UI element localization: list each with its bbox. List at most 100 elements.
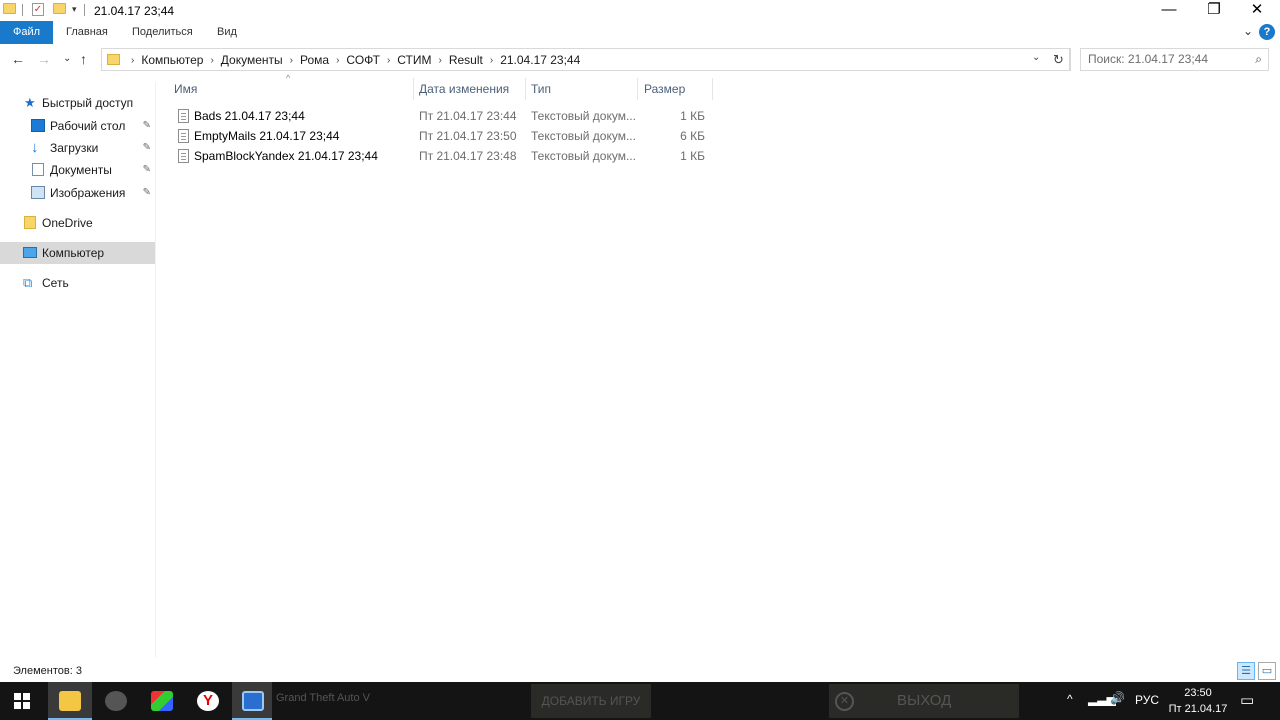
- breadcrumb-separator[interactable]: ›: [210, 55, 213, 66]
- volume-icon[interactable]: 🔊: [1110, 691, 1125, 720]
- start-button[interactable]: [0, 682, 46, 720]
- large-icons-view-button[interactable]: ▭: [1258, 662, 1276, 680]
- column-divider[interactable]: [637, 78, 638, 100]
- network-icon: ⧉: [23, 275, 33, 290]
- column-header-type[interactable]: Тип: [531, 78, 551, 100]
- up-button[interactable]: ↑: [80, 51, 87, 67]
- recent-locations-button[interactable]: ⌄: [63, 51, 71, 67]
- taskbar-window-app[interactable]: [232, 682, 272, 720]
- windows-icon: [14, 693, 30, 709]
- sidebar-item-desktop[interactable]: Рабочий стол ✎: [0, 115, 155, 137]
- search-icon: ⌕: [1255, 52, 1262, 66]
- breadcrumb-item[interactable]: Компьютер: [141, 53, 203, 67]
- column-divider[interactable]: [712, 78, 713, 100]
- breadcrumb-separator[interactable]: ›: [490, 55, 493, 66]
- details-view-button[interactable]: ☰: [1237, 662, 1255, 680]
- search-placeholder: Поиск: 21.04.17 23;44: [1088, 52, 1208, 66]
- column-header-name[interactable]: Имя: [174, 78, 197, 100]
- breadcrumb-item[interactable]: Result: [449, 53, 483, 67]
- column-divider[interactable]: [525, 78, 526, 100]
- window-title: 21.04.17 23;44: [94, 4, 175, 18]
- column-divider[interactable]: [413, 78, 414, 100]
- pin-icon[interactable]: ✎: [143, 115, 151, 137]
- close-icon: ✕: [835, 692, 854, 711]
- language-indicator[interactable]: РУС: [1135, 693, 1159, 720]
- folder-icon: [107, 54, 120, 65]
- exit-label: ВЫХОД: [897, 692, 952, 709]
- taskbar-yandex-browser[interactable]: Y: [186, 682, 230, 720]
- folder-icon: [3, 3, 16, 14]
- address-dropdown-button[interactable]: ⌄: [1032, 52, 1040, 63]
- pin-icon[interactable]: ✎: [143, 159, 151, 181]
- sidebar-item-documents[interactable]: Документы ✎: [0, 159, 155, 181]
- add-game-button[interactable]: ДОБАВИТЬ ИГРУ: [531, 684, 651, 718]
- sidebar-item-label: Документы: [50, 163, 112, 177]
- documents-icon: [32, 163, 44, 176]
- breadcrumb-separator: ›: [131, 54, 135, 66]
- sidebar-item-label: Компьютер: [42, 246, 105, 260]
- tab-view[interactable]: Вид: [217, 21, 237, 44]
- breadcrumb-item[interactable]: СОФТ: [346, 53, 380, 67]
- customize-toolbar-button[interactable]: ▾: [72, 4, 77, 15]
- tab-file[interactable]: Файл: [0, 21, 53, 44]
- breadcrumb-separator[interactable]: ›: [439, 55, 442, 66]
- file-size: 1 КБ: [680, 149, 705, 163]
- breadcrumb-item[interactable]: 21.04.17 23;44: [500, 53, 580, 67]
- tab-share[interactable]: Поделиться: [132, 21, 193, 44]
- breadcrumb-separator[interactable]: ›: [387, 55, 390, 66]
- sidebar-item-computer[interactable]: Компьютер: [0, 242, 155, 264]
- taskbar-game[interactable]: [94, 682, 138, 720]
- pin-icon[interactable]: ✎: [143, 182, 151, 204]
- new-folder-icon[interactable]: [53, 3, 66, 14]
- breadcrumb-item[interactable]: СТИМ: [397, 53, 431, 67]
- maximize-button[interactable]: ❐: [1191, 0, 1237, 21]
- table-row[interactable]: SpamBlockYandex 21.04.17 23;44 Пт 21.04.…: [170, 146, 712, 166]
- notifications-icon[interactable]: ▭: [1240, 691, 1254, 720]
- table-row[interactable]: Bads 21.04.17 23;44 Пт 21.04.17 23:44 Те…: [170, 106, 712, 126]
- desktop-icon: [31, 119, 45, 132]
- column-header-date[interactable]: Дата изменения: [419, 78, 509, 100]
- tab-home[interactable]: Главная: [66, 21, 108, 44]
- address-bar[interactable]: › Компьютер › Документы › Рома › СОФТ › …: [101, 48, 1071, 71]
- file-date: Пт 21.04.17 23:50: [419, 129, 517, 143]
- file-name: Bads 21.04.17 23;44: [194, 109, 305, 123]
- file-size: 6 КБ: [680, 129, 705, 143]
- pin-icon[interactable]: ✎: [143, 137, 151, 159]
- search-input[interactable]: Поиск: 21.04.17 23;44 ⌕: [1080, 48, 1269, 71]
- yandex-browser-icon: Y: [197, 691, 219, 711]
- ribbon: Файл Главная Поделиться Вид ⌄ ?: [0, 21, 1280, 44]
- file-explorer-icon: [59, 691, 81, 711]
- sidebar-item-onedrive[interactable]: OneDrive: [0, 212, 155, 234]
- show-hidden-icons-button[interactable]: ^: [1067, 692, 1073, 720]
- exit-button[interactable]: ✕ ВЫХОД: [829, 684, 1019, 718]
- toolbar-divider: [22, 4, 23, 16]
- sidebar-item-label: Сеть: [42, 276, 69, 290]
- properties-icon[interactable]: ✓: [32, 3, 44, 16]
- minimize-button[interactable]: —: [1146, 0, 1192, 21]
- sidebar-item-downloads[interactable]: ↓ Загрузки ✎: [0, 137, 155, 159]
- forward-button[interactable]: →: [37, 51, 51, 67]
- taskbar-explorer[interactable]: [48, 682, 92, 720]
- taskbar-cube-app[interactable]: [140, 682, 184, 720]
- breadcrumb-item[interactable]: Рома: [300, 53, 329, 67]
- breadcrumb-item[interactable]: Документы: [221, 53, 283, 67]
- help-icon[interactable]: ?: [1259, 24, 1275, 40]
- sidebar-item-label: Рабочий стол: [50, 119, 126, 133]
- file-type: Текстовый докум...: [531, 129, 636, 143]
- breadcrumb-separator[interactable]: ›: [290, 55, 293, 66]
- refresh-button[interactable]: ↻: [1048, 48, 1070, 71]
- breadcrumb-separator[interactable]: ›: [336, 55, 339, 66]
- file-size: 1 КБ: [680, 109, 705, 123]
- close-button[interactable]: ✕: [1234, 0, 1280, 21]
- app-window-icon: [242, 691, 264, 711]
- table-row[interactable]: EmptyMails 21.04.17 23;44 Пт 21.04.17 23…: [170, 126, 712, 146]
- sidebar-item-network[interactable]: ⧉ Сеть: [0, 272, 155, 294]
- sidebar-item-label: OneDrive: [42, 216, 93, 230]
- expand-ribbon-button[interactable]: ⌄: [1243, 24, 1253, 38]
- clock[interactable]: 23:50 Пт 21.04.17: [1168, 685, 1228, 717]
- sidebar-item-pictures[interactable]: Изображения ✎: [0, 182, 155, 204]
- sidebar-item-quick-access[interactable]: ★ Быстрый доступ: [0, 92, 155, 114]
- clock-date: Пт 21.04.17: [1168, 703, 1228, 715]
- column-header-size[interactable]: Размер: [644, 78, 685, 100]
- back-button[interactable]: ←: [11, 51, 25, 67]
